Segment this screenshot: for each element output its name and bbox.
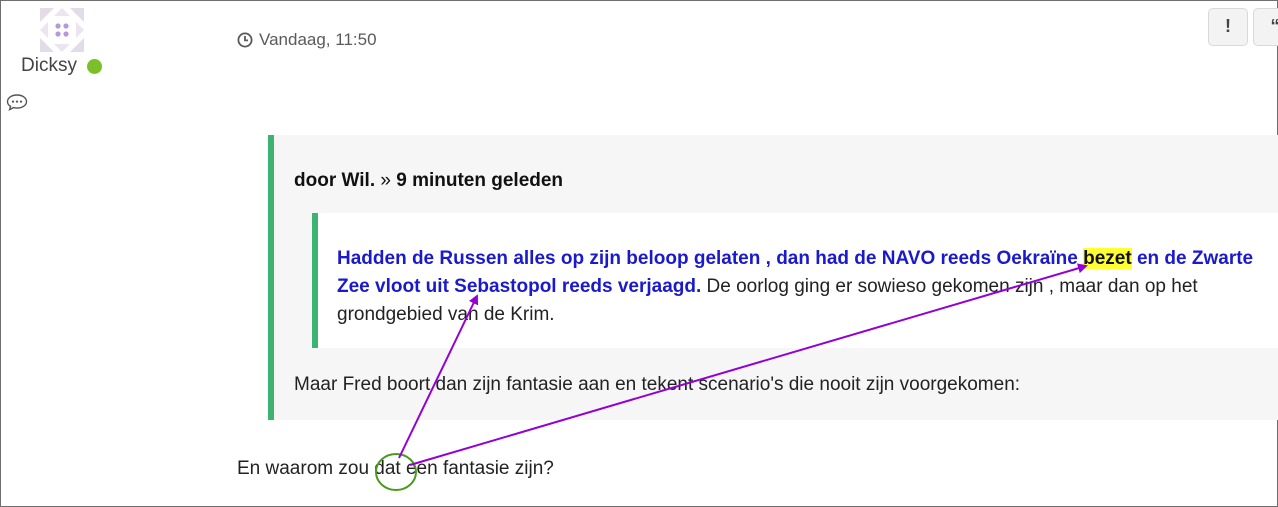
post-timestamp[interactable]: Vandaag, 11:50 [259, 30, 377, 50]
online-status-dot [87, 59, 102, 74]
quote-separator: » [380, 170, 391, 191]
quote-text: Maar Fred boort dan zijn fantasie aan en… [294, 374, 1021, 395]
reply-text: En waarom zou dat een fantasie zijn? [237, 458, 554, 479]
username[interactable]: Dicksy [21, 55, 77, 77]
quote-time[interactable]: 9 minuten geleden [396, 170, 563, 191]
clock-icon [237, 32, 253, 48]
quote-author[interactable]: door Wil. [294, 170, 375, 191]
report-button[interactable]: ! [1208, 8, 1248, 46]
quote-author-line: door Wil. » 9 minuten geleden [294, 170, 563, 192]
nested-quote-highlight: bezet [1083, 248, 1132, 269]
avatar[interactable] [40, 8, 84, 52]
nested-quote-bold-1: Hadden de Russen alles op zijn beloop ge… [337, 248, 1078, 269]
nested-quote-text: Hadden de Russen alles op zijn beloop ge… [337, 245, 1262, 329]
chat-bubble-icon[interactable] [6, 93, 28, 111]
quote-button[interactable]: “ [1253, 8, 1278, 46]
